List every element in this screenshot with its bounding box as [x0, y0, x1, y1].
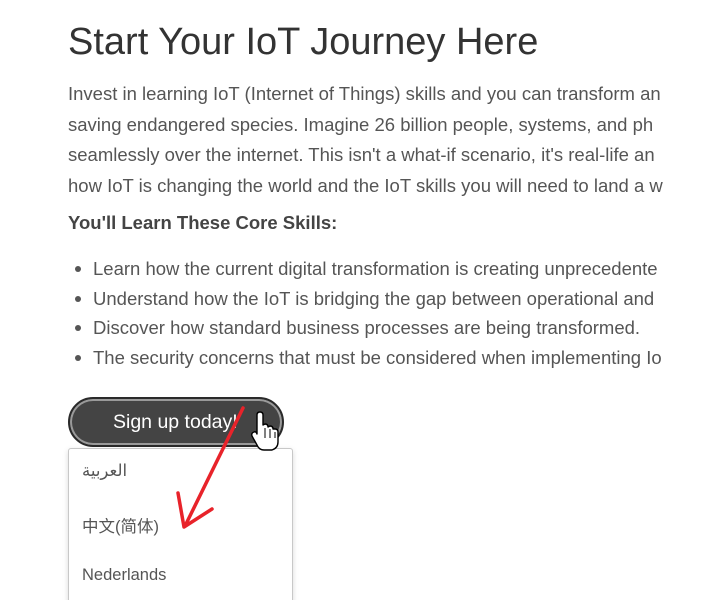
language-option-chinese-simplified[interactable]: 中文(简体): [82, 513, 159, 537]
list-item: The security concerns that must be consi…: [68, 343, 662, 373]
bullet-icon: [75, 295, 81, 302]
signup-button-label: Sign up today!: [113, 410, 238, 433]
skills-list: Learn how the current digital transforma…: [68, 254, 662, 373]
list-item: Learn how the current digital transforma…: [68, 254, 662, 284]
list-item: Discover how standard business processes…: [68, 313, 662, 343]
bullet-icon: [75, 355, 81, 362]
language-option-arabic[interactable]: العربية: [82, 461, 127, 481]
bullet-icon: [75, 325, 81, 332]
skill-text: Learn how the current digital transforma…: [93, 258, 658, 279]
signup-button[interactable]: Sign up today!: [68, 397, 284, 447]
language-option-dutch[interactable]: Nederlands: [82, 566, 166, 585]
intro-line: seamlessly over the internet. This isn't…: [68, 144, 655, 165]
intro-line: how IoT is changing the world and the Io…: [68, 174, 663, 196]
skills-heading: You'll Learn These Core Skills:: [68, 212, 338, 233]
skill-text: The security concerns that must be consi…: [93, 347, 662, 369]
list-item: Understand how the IoT is bridging the g…: [68, 284, 662, 314]
intro-line: saving endangered species. Imagine 26 bi…: [68, 113, 654, 135]
page: Start Your IoT Journey Here Invest in le…: [0, 0, 701, 600]
skill-text: Discover how standard business processes…: [93, 317, 641, 339]
language-dropdown[interactable]: العربية 中文(简体) Nederlands: [68, 448, 293, 600]
skill-text: Understand how the IoT is bridging the g…: [93, 287, 655, 309]
page-title: Start Your IoT Journey Here: [68, 21, 539, 63]
intro-paragraph: Invest in learning IoT (Internet of Thin…: [68, 79, 701, 201]
intro-line: Invest in learning IoT (Internet of Thin…: [68, 83, 661, 104]
bullet-icon: [75, 266, 81, 272]
